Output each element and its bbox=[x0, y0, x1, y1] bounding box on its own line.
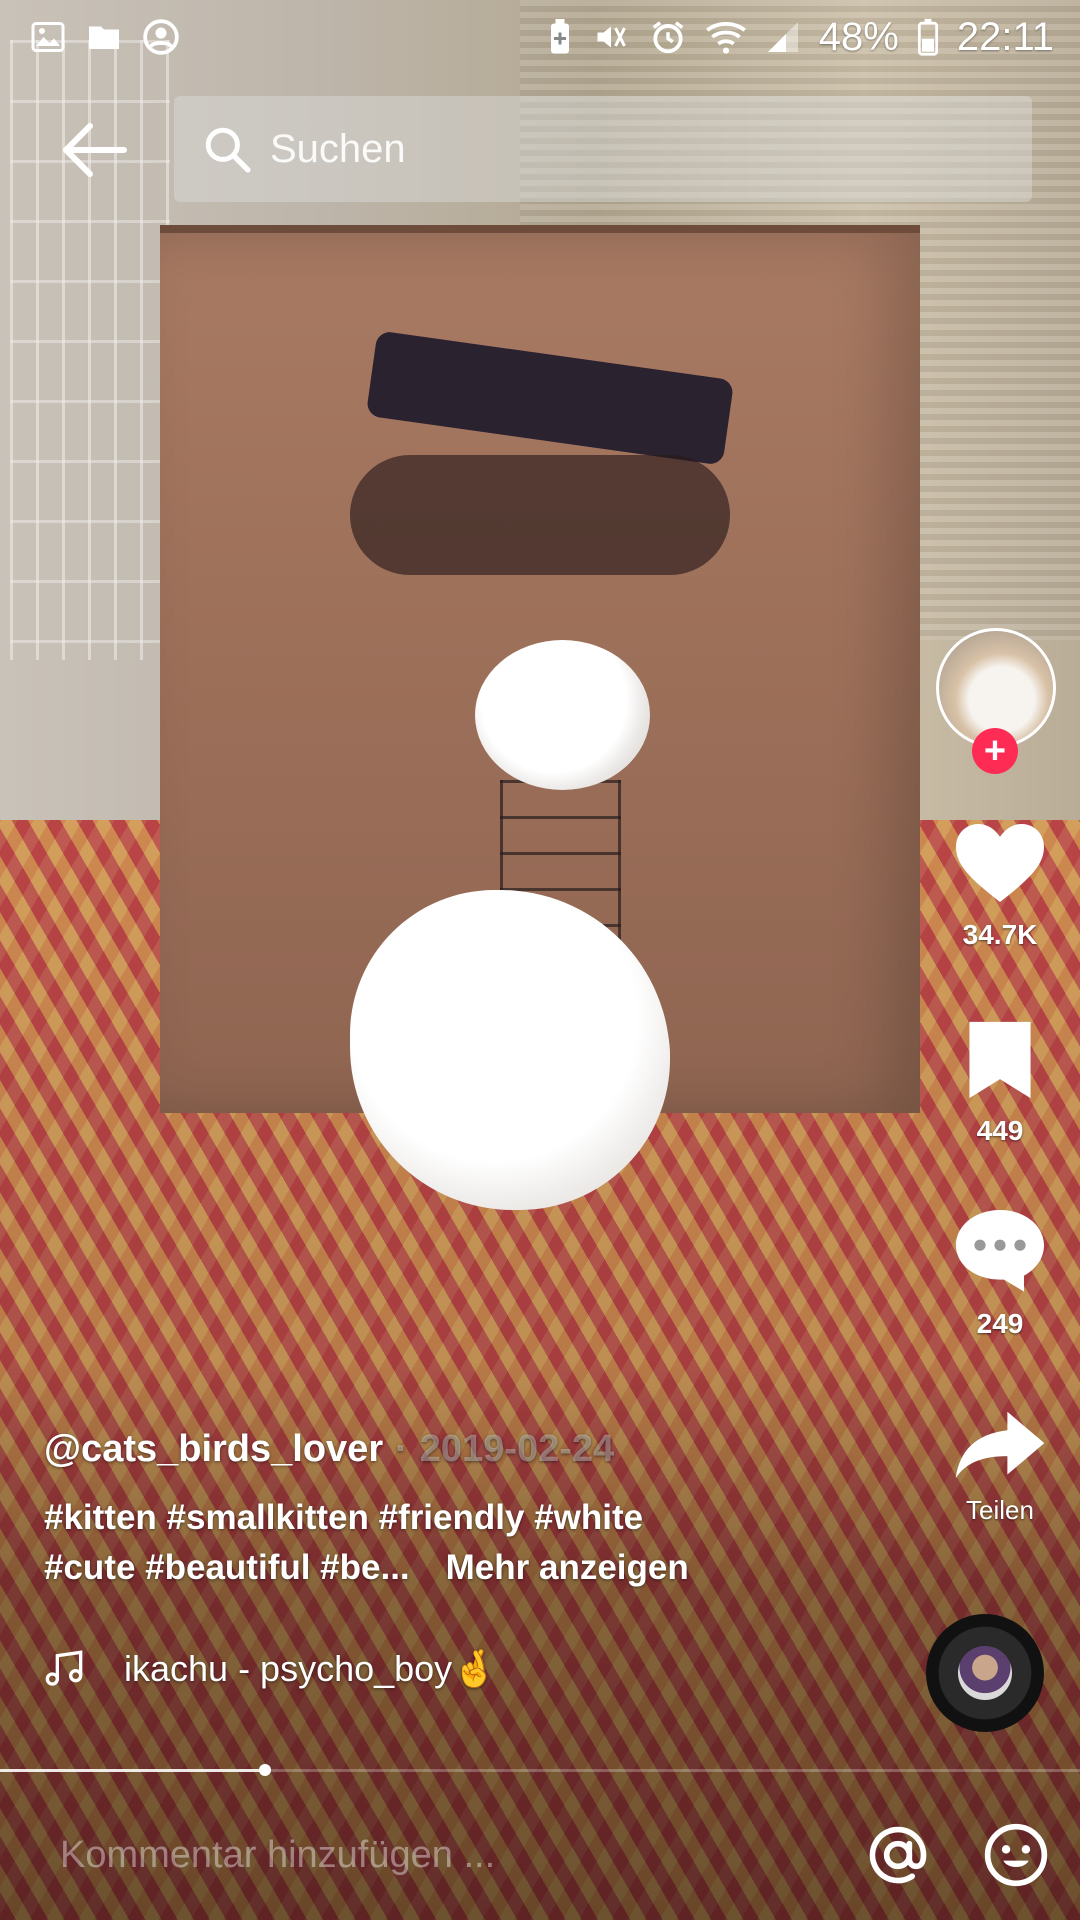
folder-icon bbox=[89, 26, 119, 49]
comment-actions bbox=[864, 1821, 1050, 1889]
like-action[interactable]: 34.7K bbox=[930, 818, 1070, 951]
favorite-count: 449 bbox=[976, 1115, 1024, 1146]
caption-line-2-row: #cute #beautiful #be... Mehr anzeigen bbox=[44, 1543, 844, 1593]
like-count: 34.7K bbox=[962, 919, 1038, 950]
account-circle-icon bbox=[143, 19, 179, 55]
status-bar: 48% 22:11 bbox=[0, 0, 1080, 74]
post-info: @cats_birds_lover · 2019-02-24 #kitten #… bbox=[44, 1428, 844, 1593]
video-frame[interactable] bbox=[0, 0, 1080, 1920]
show-more-link[interactable]: Mehr anzeigen bbox=[446, 1548, 689, 1587]
music-note-icon bbox=[45, 1650, 83, 1686]
follow-plus-button[interactable]: + bbox=[972, 728, 1018, 774]
favorite-action[interactable]: 449 bbox=[930, 1018, 1070, 1147]
post-date: 2019-02-24 bbox=[419, 1428, 615, 1470]
author-line: @cats_birds_lover · 2019-02-24 bbox=[44, 1428, 844, 1471]
comment-bar[interactable]: Kommentar hinzufügen ... bbox=[0, 1790, 1080, 1920]
comment-bubble-icon bbox=[956, 1210, 1044, 1292]
music-disc[interactable] bbox=[926, 1614, 1044, 1732]
search-icon bbox=[205, 127, 251, 173]
battery-saver-icon bbox=[550, 19, 569, 54]
share-label: Teilen bbox=[966, 1495, 1034, 1525]
status-right: 48% 22:11 bbox=[547, 15, 1054, 60]
signal-icon bbox=[767, 22, 798, 52]
caption: #kitten #smallkitten #friendly #white #c… bbox=[44, 1493, 844, 1593]
back-arrow-icon[interactable] bbox=[58, 120, 128, 180]
search-bar[interactable]: Suchen bbox=[174, 96, 1032, 202]
music-disc-cover bbox=[958, 1646, 1012, 1700]
playback-progress-fill bbox=[0, 1769, 265, 1772]
alarm-icon bbox=[652, 21, 684, 54]
status-left bbox=[30, 18, 180, 56]
music-title: ikachu - psycho_boy🤞 bbox=[124, 1648, 498, 1689]
search-placeholder: Suchen bbox=[270, 126, 406, 171]
username[interactable]: @cats_birds_lover bbox=[44, 1428, 383, 1471]
comment-input[interactable]: Kommentar hinzufügen ... bbox=[60, 1834, 864, 1877]
battery-percent: 48% bbox=[818, 14, 899, 59]
share-arrow-icon bbox=[955, 1411, 1045, 1479]
gallery-icon bbox=[31, 22, 65, 52]
music-line[interactable]: ikachu - psycho_boy🤞 bbox=[44, 1648, 497, 1690]
comment-count: 249 bbox=[976, 1308, 1024, 1339]
heart-icon bbox=[956, 824, 1044, 902]
wifi-icon bbox=[705, 21, 746, 54]
share-action[interactable]: Teilen bbox=[930, 1408, 1070, 1526]
bookmark-icon bbox=[969, 1021, 1031, 1099]
emoji-icon[interactable] bbox=[982, 1821, 1050, 1889]
battery-icon bbox=[917, 18, 938, 56]
clock: 22:11 bbox=[956, 14, 1054, 59]
caption-line-1[interactable]: #kitten #smallkitten #friendly #white bbox=[44, 1493, 844, 1543]
playback-progress[interactable] bbox=[0, 1764, 1080, 1776]
kitten-in-hole bbox=[475, 640, 650, 790]
mute-icon bbox=[597, 26, 626, 48]
date-separator: · bbox=[395, 1428, 408, 1470]
caption-line-2[interactable]: #cute #beautiful #be... bbox=[44, 1548, 410, 1587]
playback-progress-knob[interactable] bbox=[258, 1764, 271, 1776]
box-print-logo bbox=[350, 455, 730, 575]
mention-at-icon[interactable] bbox=[864, 1821, 932, 1889]
comment-action[interactable]: 249 bbox=[930, 1205, 1070, 1340]
